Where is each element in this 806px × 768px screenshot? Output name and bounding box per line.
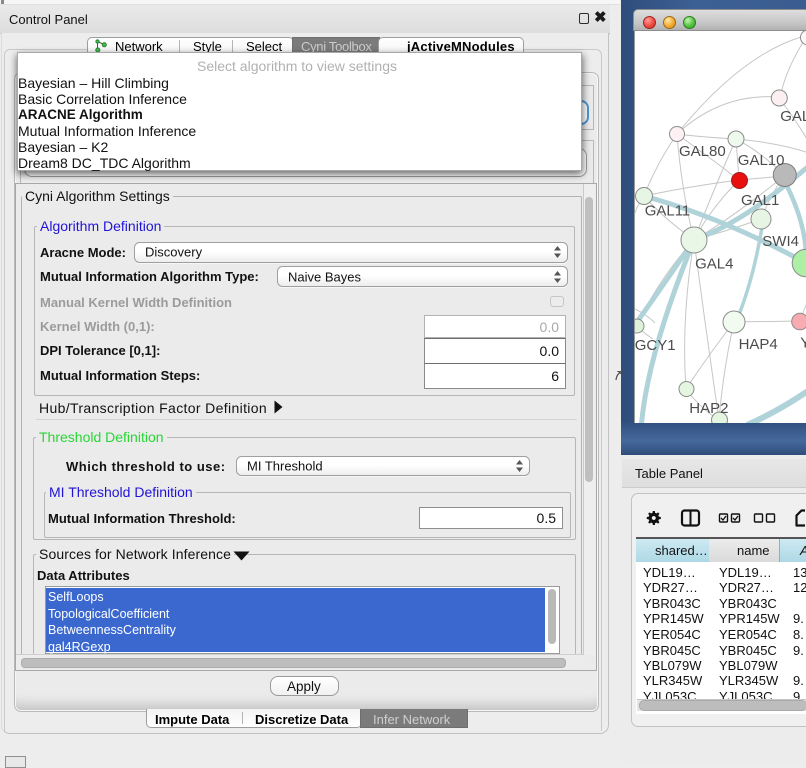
svg-text:GAL1: GAL1	[741, 192, 779, 209]
svg-text:GAL10: GAL10	[738, 152, 785, 169]
svg-text:Y: Y	[800, 335, 806, 352]
svg-text:HAP2: HAP2	[689, 400, 728, 417]
svg-text:GCY1: GCY1	[635, 337, 676, 354]
svg-text:GAL11: GAL11	[645, 203, 691, 220]
svg-text:SWI4: SWI4	[762, 233, 799, 250]
svg-text:GAL7: GAL7	[780, 108, 806, 125]
svg-text:GAL4: GAL4	[695, 256, 733, 273]
svg-text:HAP4: HAP4	[739, 336, 778, 353]
svg-text:GAL80: GAL80	[679, 143, 726, 160]
